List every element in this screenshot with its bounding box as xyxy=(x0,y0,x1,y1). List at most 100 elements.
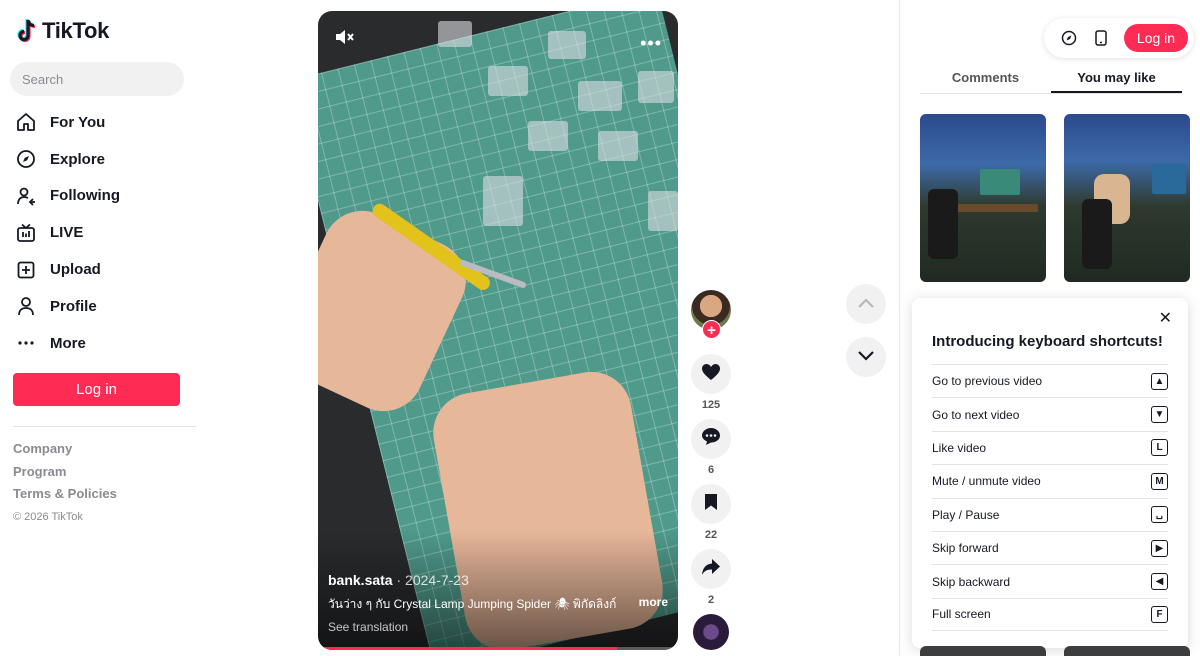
device-icon[interactable] xyxy=(1092,29,1110,47)
nav-item-profile[interactable]: Profile xyxy=(0,288,200,325)
mute-icon[interactable] xyxy=(334,27,356,52)
keyboard-shortcuts-panel: ✕ Introducing keyboard shortcuts! Go to … xyxy=(912,298,1188,648)
shortcut-row: Mute / unmute video M xyxy=(932,464,1168,497)
video-progress-bar[interactable] xyxy=(318,647,678,650)
tiktok-logo-icon xyxy=(16,18,38,44)
video-player[interactable]: ••• bank.sata · 2024-7-23 วันว่าง ๆ กับ … xyxy=(318,11,678,650)
key-f-icon: F xyxy=(1151,605,1168,623)
key-down-icon: ▼ xyxy=(1151,406,1168,424)
comment-icon xyxy=(701,427,721,451)
shortcut-row: Like video L xyxy=(932,430,1168,464)
shortcut-label: Go to previous video xyxy=(932,374,1043,389)
nav-item-upload[interactable]: Upload xyxy=(0,251,200,288)
sidebar: TikTok For You Explore xyxy=(0,0,200,656)
compass-icon xyxy=(16,149,36,169)
tab-comments[interactable]: Comments xyxy=(920,64,1051,93)
key-l-icon: L xyxy=(1151,439,1168,457)
nav-item-live[interactable]: LIVE xyxy=(0,214,200,251)
comment-button[interactable] xyxy=(691,419,731,459)
heart-icon xyxy=(701,363,721,386)
tab-you-may-like[interactable]: You may like xyxy=(1051,64,1182,93)
shortcut-label: Go to next video xyxy=(932,407,1020,422)
video-options-icon[interactable]: ••• xyxy=(640,33,662,54)
footer-link-company[interactable]: Company xyxy=(13,441,117,464)
see-translation-link[interactable]: See translation xyxy=(328,620,408,634)
video-caption: วันว่าง ๆ กับ Crystal Lamp Jumping Spide… xyxy=(328,597,617,611)
nav-label: Profile xyxy=(50,297,97,315)
shortcuts-list: Go to previous video ▲ Go to next video ▼ … xyxy=(932,364,1168,632)
key-left-icon: ◀ xyxy=(1151,573,1168,591)
shortcut-label: Skip backward xyxy=(932,574,1011,589)
app-root: TikTok For You Explore xyxy=(0,0,1200,656)
suggested-video-thumbnail[interactable] xyxy=(920,646,1046,656)
top-action-bar: Log in xyxy=(1044,18,1194,58)
nav-label: Upload xyxy=(50,261,101,279)
suggested-video-thumbnail[interactable] xyxy=(920,114,1046,282)
like-button[interactable] xyxy=(691,354,731,394)
tiktok-logo[interactable]: TikTok xyxy=(16,18,109,44)
live-icon xyxy=(16,223,36,243)
nav-label: Following xyxy=(50,187,120,205)
search-input[interactable] xyxy=(22,71,142,87)
footer-link-program[interactable]: Program xyxy=(13,464,117,487)
share-button[interactable] xyxy=(691,549,731,589)
close-icon[interactable]: ✕ xyxy=(1159,308,1172,328)
follow-plus-icon[interactable]: + xyxy=(702,320,721,339)
key-up-icon: ▲ xyxy=(1151,372,1168,390)
chevron-up-icon xyxy=(858,295,874,313)
shortcuts-title: Introducing keyboard shortcuts! xyxy=(932,333,1163,350)
video-caption-row: วันว่าง ๆ กับ Crystal Lamp Jumping Spide… xyxy=(328,595,668,614)
shortcut-row: Full screen F xyxy=(932,597,1168,632)
shortcut-label: Like video xyxy=(932,440,987,455)
sidebar-login-button[interactable]: Log in xyxy=(13,373,180,406)
shortcut-row: Play / Pause ␣ xyxy=(932,497,1168,531)
video-progress-fill xyxy=(318,647,617,650)
comment-count: 6 xyxy=(707,464,715,476)
nav-label: More xyxy=(50,334,86,352)
previous-video-button[interactable] xyxy=(846,284,886,324)
video-username[interactable]: bank.sata xyxy=(328,572,393,588)
nav-item-explore[interactable]: Explore xyxy=(0,141,200,178)
shortcut-row: Skip backward ◀ xyxy=(932,564,1168,597)
thumbnail-chair-image xyxy=(1082,199,1112,269)
shortcut-row: Go to next video ▼ xyxy=(932,397,1168,430)
video-author: bank.sata · 2024-7-23 xyxy=(328,572,469,588)
following-icon xyxy=(16,186,36,206)
bookmark-icon xyxy=(704,493,718,516)
main-nav: For You Explore Following LIVE Upload Pr… xyxy=(0,104,200,362)
thumbnail-monitor-image xyxy=(980,169,1020,195)
explore-compass-icon[interactable] xyxy=(1060,29,1078,47)
search-bar[interactable] xyxy=(10,62,184,96)
shortcut-label: Play / Pause xyxy=(932,507,1000,522)
upload-icon xyxy=(16,260,36,280)
sidebar-divider xyxy=(13,426,196,427)
top-login-button[interactable]: Log in xyxy=(1124,24,1188,52)
brand-name: TikTok xyxy=(42,18,110,43)
video-date: 2024-7-23 xyxy=(405,572,469,588)
footer-link-terms[interactable]: Terms & Policies xyxy=(13,486,117,509)
key-right-icon: ▶ xyxy=(1151,539,1168,557)
nav-item-following[interactable]: Following xyxy=(0,178,200,215)
nav-item-more[interactable]: More xyxy=(0,325,200,362)
suggested-video-thumbnail[interactable] xyxy=(1064,646,1190,656)
shortcut-label: Mute / unmute video xyxy=(932,474,1041,489)
save-button[interactable] xyxy=(691,484,731,524)
next-video-button[interactable] xyxy=(846,337,886,377)
shortcut-row: Go to previous video ▲ xyxy=(932,364,1168,397)
nav-item-for-you[interactable]: For You xyxy=(0,104,200,141)
caption-more-link[interactable]: more xyxy=(639,595,668,614)
save-count: 22 xyxy=(704,529,718,541)
shortcut-label: Full screen xyxy=(932,607,991,622)
chevron-down-icon xyxy=(858,348,874,366)
author-avatar-wrap[interactable]: + xyxy=(691,290,731,339)
suggested-video-thumbnail[interactable] xyxy=(1064,114,1190,282)
nav-label: Explore xyxy=(50,150,106,168)
more-icon xyxy=(16,333,36,353)
home-icon xyxy=(16,112,36,132)
music-disc-icon[interactable] xyxy=(693,614,729,650)
shortcut-row: Skip forward ▶ xyxy=(932,530,1168,564)
shortcut-label: Skip forward xyxy=(932,541,999,556)
thumbnail-monitor-image xyxy=(1152,164,1186,194)
share-count: 2 xyxy=(707,594,715,606)
video-actions: + 125 6 22 2 xyxy=(690,290,732,650)
